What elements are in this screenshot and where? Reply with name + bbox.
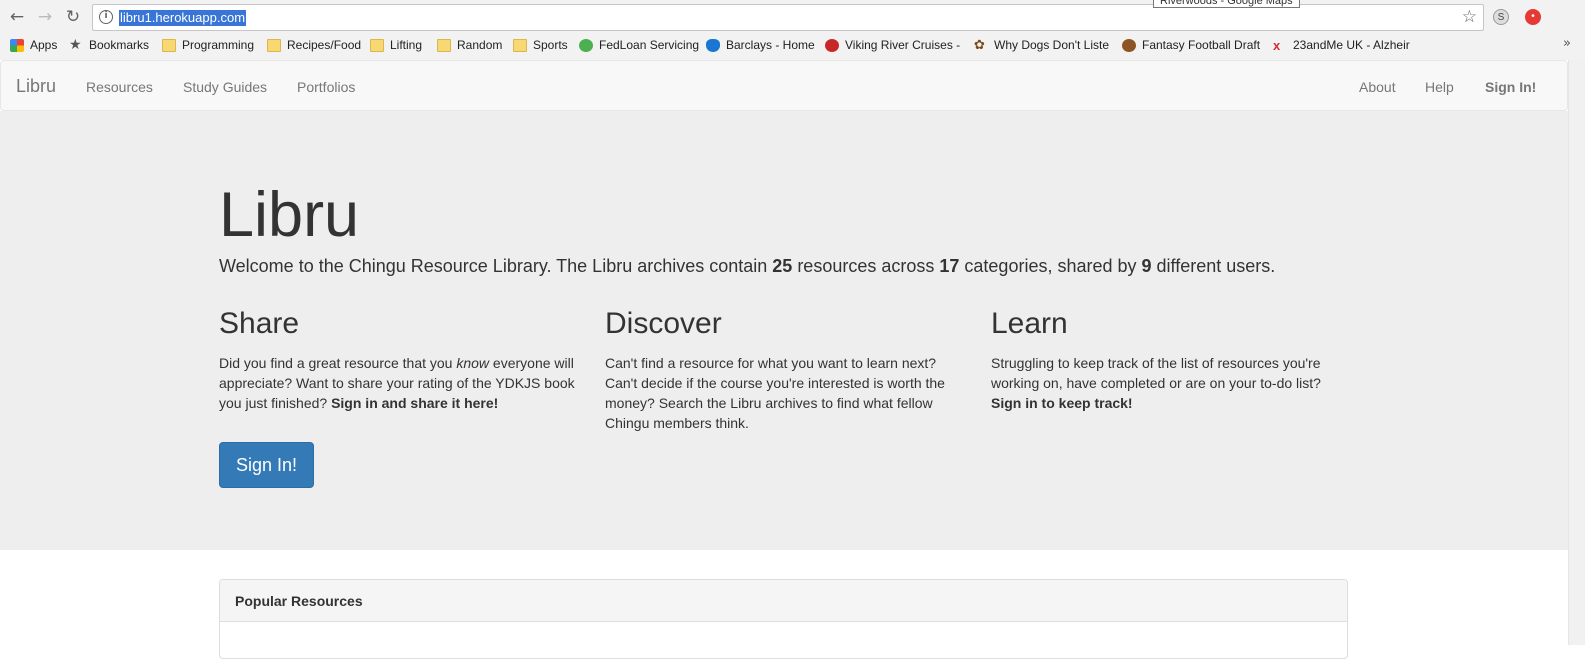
welcome-mid1: resources across <box>792 256 940 276</box>
bookmark-barclays[interactable]: Barclays - Home <box>706 38 815 52</box>
bookmark-recipes[interactable]: Recipes/Food <box>267 38 361 52</box>
navbar-brand[interactable]: Libru <box>16 76 56 97</box>
learn-column: Learn Struggling to keep track of the li… <box>991 307 1351 413</box>
discover-text: Can't find a resource for what you want … <box>605 355 945 431</box>
share-text-a: Did you find a great resource that you <box>219 355 457 371</box>
url-text[interactable]: libru1.herokuapp.com <box>119 10 247 26</box>
hero-section: Libru Welcome to the Chingu Resource Lib… <box>0 111 1568 550</box>
bookmark-random[interactable]: Random <box>437 38 502 52</box>
bookmark-label: Bookmarks <box>89 38 150 52</box>
extension-red-icon[interactable]: • <box>1525 9 1541 25</box>
share-column: Share Did you find a great resource that… <box>219 307 579 413</box>
star-icon: ★ <box>69 36 82 53</box>
bookmark-viking[interactable]: Viking River Cruises - <box>825 38 960 52</box>
apps-grid-icon <box>10 38 24 52</box>
reload-icon[interactable]: ↻ <box>62 6 84 28</box>
folder-icon <box>370 38 384 52</box>
discover-heading: Discover <box>605 307 722 340</box>
back-icon[interactable]: ← <box>6 6 28 28</box>
learn-heading: Learn <box>991 307 1068 340</box>
nav-study-guides[interactable]: Study Guides <box>183 79 267 95</box>
bookmark-apps[interactable]: Apps <box>10 38 57 52</box>
bookmark-label: Lifting <box>390 38 423 52</box>
bookmark-sports[interactable]: Sports <box>513 38 568 52</box>
bookmark-fedloan[interactable]: FedLoan Servicing <box>579 38 699 52</box>
learn-text: Struggling to keep track of the list of … <box>991 353 1351 413</box>
bookmark-lifting[interactable]: Lifting <box>370 38 422 52</box>
paw-icon: ✿ <box>974 37 985 53</box>
folder-icon <box>513 38 527 52</box>
share-heading: Share <box>219 307 300 340</box>
bookmark-bookmarks[interactable]: ★ Bookmarks <box>69 36 150 53</box>
bookmarks-bar: Apps ★ Bookmarks Programming Recipes/Food… <box>0 34 1585 56</box>
tooltip: Riverwoods - Google Maps <box>1153 0 1300 8</box>
folder-icon <box>162 38 176 52</box>
bookmark-programming[interactable]: Programming <box>162 38 254 52</box>
bookmark-label: Random <box>457 38 503 52</box>
viking-icon <box>825 38 839 52</box>
popular-resources-panel: Popular Resources <box>219 579 1348 659</box>
learn-text-a: Struggling to keep track of the list of … <box>991 355 1321 391</box>
category-count: 17 <box>939 256 960 276</box>
user-count: 9 <box>1141 256 1152 276</box>
nav-resources[interactable]: Resources <box>86 79 153 95</box>
extension-s-icon[interactable]: S <box>1493 9 1509 25</box>
bookmark-label: Viking River Cruises - <box>845 38 961 52</box>
barclays-icon <box>706 38 720 52</box>
nav-help[interactable]: Help <box>1425 79 1454 95</box>
welcome-prefix: Welcome to the Chingu Resource Library. … <box>219 256 773 276</box>
address-bar[interactable]: i libru1.herokuapp.com ☆ <box>92 4 1484 31</box>
nav-portfolios[interactable]: Portfolios <box>297 79 355 95</box>
23andme-icon: x <box>1273 37 1281 53</box>
learn-cta: Sign in to keep track! <box>991 395 1133 411</box>
sign-in-button[interactable]: Sign In! <box>219 442 314 488</box>
nav-about[interactable]: About <box>1359 79 1396 95</box>
bookmark-label: Sports <box>533 38 568 52</box>
share-text: Did you find a great resource that you k… <box>219 353 579 413</box>
bookmark-label: FedLoan Servicing <box>599 38 700 52</box>
browser-chrome: ← → ↻ i libru1.herokuapp.com ☆ Riverwood… <box>0 0 1585 60</box>
bookmarks-overflow-icon[interactable]: » <box>1563 36 1571 51</box>
folder-icon <box>267 38 281 52</box>
bookmark-label: Programming <box>182 38 255 52</box>
page-scrollbar[interactable] <box>1568 60 1585 645</box>
bookmark-dogs[interactable]: ✿ Why Dogs Don't Liste <box>974 38 1109 52</box>
bookmark-label: 23andMe UK - Alzheir <box>1293 38 1410 52</box>
popular-resources-heading: Popular Resources <box>220 580 1347 622</box>
resource-count: 25 <box>772 256 793 276</box>
bookmark-label: Fantasy Football Draft <box>1142 38 1261 52</box>
share-text-em: know <box>456 355 490 371</box>
folder-icon <box>437 38 451 52</box>
fedloan-icon <box>579 38 593 52</box>
share-cta: Sign in and share it here! <box>331 395 499 411</box>
bookmark-label: Recipes/Food <box>287 38 362 52</box>
football-icon <box>1122 38 1136 52</box>
bookmark-label: Apps <box>30 38 58 52</box>
bookmark-23andme[interactable]: x 23andMe UK - Alzheir <box>1273 38 1410 52</box>
welcome-suffix: different users. <box>1151 256 1276 276</box>
hero-title: Libru <box>219 180 360 250</box>
discover-column: Discover Can't find a resource for what … <box>605 307 965 433</box>
nav-sign-in[interactable]: Sign In! <box>1485 79 1536 95</box>
forward-icon[interactable]: → <box>34 6 56 28</box>
bookmark-label: Why Dogs Don't Liste <box>994 38 1110 52</box>
site-navbar: Libru Resources Study Guides Portfolios … <box>0 60 1568 111</box>
bookmark-label: Barclays - Home <box>726 38 815 52</box>
site-info-icon[interactable]: i <box>99 10 113 24</box>
bookmark-fantasy[interactable]: Fantasy Football Draft <box>1122 38 1260 52</box>
bookmark-star-icon[interactable]: ☆ <box>1462 7 1477 27</box>
welcome-mid2: categories, shared by <box>959 256 1142 276</box>
welcome-text: Welcome to the Chingu Resource Library. … <box>219 256 1275 277</box>
